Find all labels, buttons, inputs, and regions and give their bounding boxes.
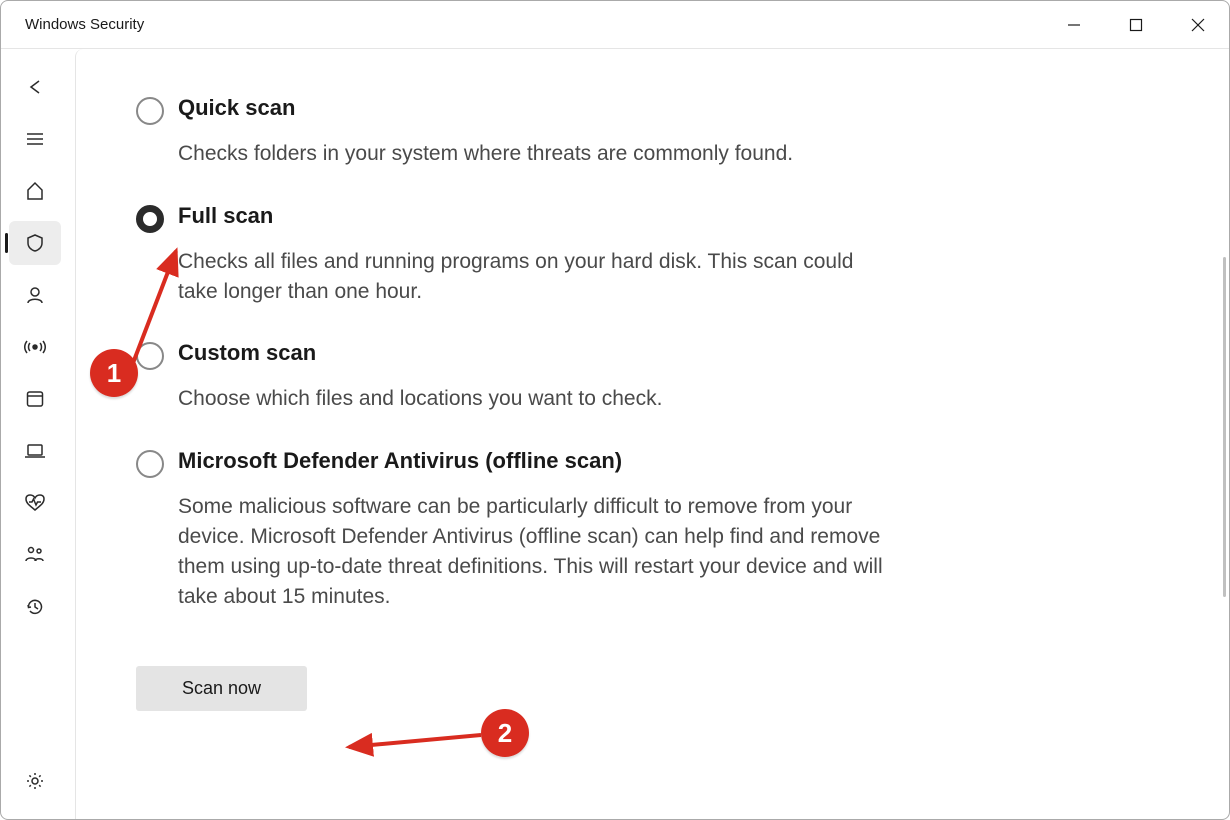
offline-scan-title: Microsoft Defender Antivirus (offline sc… (178, 448, 896, 474)
custom-scan-desc: Choose which files and locations you wan… (178, 384, 896, 414)
titlebar: Windows Security (1, 1, 1229, 49)
quick-scan-desc: Checks folders in your system where thre… (178, 139, 896, 169)
custom-scan-title: Custom scan (178, 340, 896, 366)
quick-scan-title: Quick scan (178, 95, 896, 121)
offline-scan-radio[interactable] (136, 450, 164, 478)
family-icon (24, 545, 46, 565)
custom-scan-option: Custom scan Choose which files and locat… (136, 340, 896, 414)
quick-scan-radio[interactable] (136, 97, 164, 125)
full-scan-radio[interactable] (136, 205, 164, 233)
back-button[interactable] (9, 65, 61, 109)
quick-scan-option: Quick scan Checks folders in your system… (136, 95, 896, 169)
sidebar (1, 49, 75, 819)
minimize-icon (1067, 18, 1081, 32)
antenna-icon (24, 337, 46, 357)
maximize-icon (1129, 18, 1143, 32)
scan-now-button[interactable]: Scan now (136, 666, 307, 711)
nav-device-performance[interactable] (9, 481, 61, 525)
nav-family-options[interactable] (9, 533, 61, 577)
person-icon (25, 285, 45, 305)
app-window-icon (25, 389, 45, 409)
full-scan-title: Full scan (178, 203, 896, 229)
close-icon (1191, 18, 1205, 32)
full-scan-option: Full scan Checks all files and running p… (136, 203, 896, 307)
nav-account-protection[interactable] (9, 273, 61, 317)
content-area: Quick scan Checks folders in your system… (75, 49, 1229, 819)
nav-home[interactable] (9, 169, 61, 213)
laptop-icon (24, 441, 46, 461)
home-icon (25, 181, 45, 201)
scrollbar-thumb[interactable] (1223, 257, 1226, 597)
annotation-badge-1: 1 (90, 349, 138, 397)
nav-menu-button[interactable] (9, 117, 61, 161)
annotation-badge-2: 2 (481, 709, 529, 757)
window-title: Windows Security (25, 16, 144, 33)
minimize-button[interactable] (1043, 1, 1105, 48)
history-icon (25, 597, 45, 617)
full-scan-desc: Checks all files and running programs on… (178, 247, 896, 307)
heart-pulse-icon (24, 493, 46, 513)
nav-firewall[interactable] (9, 325, 61, 369)
annotation-arrow-1 (121, 241, 191, 371)
offline-scan-desc: Some malicious software can be particula… (178, 492, 896, 611)
nav-virus-protection[interactable] (9, 221, 61, 265)
offline-scan-option: Microsoft Defender Antivirus (offline sc… (136, 448, 896, 611)
window-controls (1043, 1, 1229, 48)
nav-device-security[interactable] (9, 429, 61, 473)
close-button[interactable] (1167, 1, 1229, 48)
back-arrow-icon (25, 77, 45, 97)
gear-icon (25, 771, 45, 791)
maximize-button[interactable] (1105, 1, 1167, 48)
hamburger-icon (25, 129, 45, 149)
nav-app-browser[interactable] (9, 377, 61, 421)
annotation-arrow-2 (341, 727, 491, 757)
settings-button[interactable] (9, 759, 61, 803)
shield-icon (25, 233, 45, 253)
scan-options-list: Quick scan Checks folders in your system… (136, 95, 896, 612)
nav-protection-history[interactable] (9, 585, 61, 629)
